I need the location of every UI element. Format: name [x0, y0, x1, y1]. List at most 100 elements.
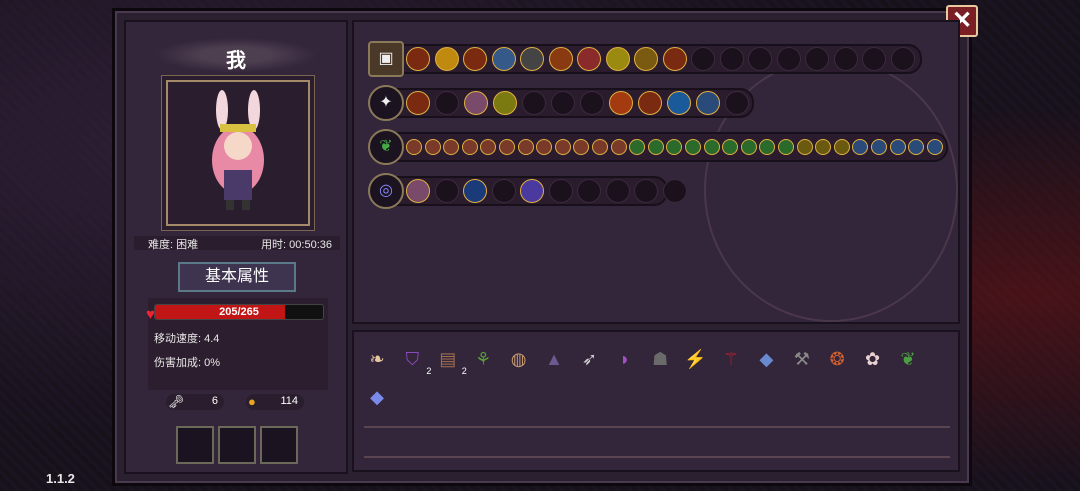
- equip-slot-3[interactable]: [260, 426, 298, 464]
- key-counter: 🗝 6: [166, 394, 224, 410]
- upgrade-slot[interactable]: [871, 139, 887, 155]
- upgrade-slot[interactable]: [463, 179, 487, 203]
- difficulty-label: 难度: 困难: [148, 239, 199, 251]
- upgrade-slot[interactable]: [463, 47, 487, 71]
- upgrade-slot[interactable]: [833, 139, 850, 155]
- upgrade-slot[interactable]: [522, 91, 546, 115]
- upgrade-slot[interactable]: [536, 139, 553, 155]
- upgrade-slot[interactable]: [926, 139, 943, 155]
- upgrade-slot[interactable]: [703, 139, 720, 155]
- upgrade-slot[interactable]: [517, 139, 534, 155]
- upgrade-slot[interactable]: [722, 139, 739, 155]
- key-icon: 🗝: [168, 394, 185, 409]
- item-count: 2: [426, 366, 432, 376]
- upgrade-slot[interactable]: [719, 47, 744, 71]
- upgrade-slot[interactable]: [685, 139, 701, 155]
- upgrade-slot[interactable]: [605, 179, 630, 203]
- inventory-item[interactable]: ◆: [364, 384, 390, 410]
- upgrade-slot[interactable]: [629, 139, 646, 155]
- upgrade-slot[interactable]: [796, 139, 813, 155]
- upgrade-slot[interactable]: [833, 47, 858, 71]
- upgrade-slot[interactable]: [548, 47, 573, 71]
- upgrade-slot[interactable]: [443, 139, 460, 155]
- inventory-item[interactable]: ⛉ 2: [399, 346, 432, 376]
- upgrade-slot[interactable]: [852, 139, 869, 155]
- inventory-item[interactable]: ➶: [576, 346, 602, 372]
- inventory-item[interactable]: ❧: [364, 346, 390, 372]
- upgrade-slot[interactable]: [696, 91, 720, 115]
- upgrade-slot[interactable]: [890, 47, 915, 71]
- upgrade-slot[interactable]: [434, 47, 459, 71]
- upgrade-slot[interactable]: [778, 139, 794, 155]
- upgrade-slot[interactable]: [577, 47, 601, 71]
- inventory-item[interactable]: ◆: [753, 346, 779, 372]
- upgrade-slot[interactable]: [862, 47, 886, 71]
- equip-slot-2[interactable]: [218, 426, 256, 464]
- upgrade-slot[interactable]: [520, 47, 544, 71]
- inventory-item[interactable]: ⚘: [470, 346, 496, 372]
- upgrade-slot[interactable]: [480, 139, 497, 155]
- staff-icon[interactable]: ✦: [368, 85, 404, 121]
- upgrade-slot[interactable]: [580, 91, 604, 115]
- inventory-item[interactable]: ☗: [647, 346, 673, 372]
- upgrade-slot[interactable]: [577, 179, 601, 203]
- upgrade-slot[interactable]: [647, 139, 664, 155]
- upgrade-slot[interactable]: [406, 179, 430, 203]
- upgrade-slot[interactable]: [776, 47, 801, 71]
- upgrade-slot[interactable]: [592, 139, 608, 155]
- upgrade-slot[interactable]: [406, 139, 422, 155]
- upgrade-slot[interactable]: [406, 47, 430, 71]
- inventory-item[interactable]: ⚚: [718, 346, 744, 372]
- inventory-item[interactable]: ⚡: [683, 346, 709, 372]
- upgrade-slot[interactable]: [666, 139, 683, 155]
- upgrade-slot[interactable]: [406, 91, 430, 115]
- upgrade-slot[interactable]: [424, 139, 441, 155]
- upgrade-slot[interactable]: [548, 179, 573, 203]
- upgrade-slot[interactable]: [662, 47, 687, 71]
- upgrade-slot[interactable]: [759, 139, 776, 155]
- upgrade-slot[interactable]: [725, 91, 749, 115]
- upgrade-slot[interactable]: [573, 139, 590, 155]
- inventory-item[interactable]: ◗: [612, 346, 638, 372]
- upgrade-slot[interactable]: [908, 139, 925, 155]
- move-speed-stat: 移动速度: 4.4: [154, 333, 220, 345]
- upgrade-slot[interactable]: [464, 91, 488, 115]
- upgrade-slot[interactable]: [889, 139, 906, 155]
- tab-basic-attributes[interactable]: 基本属性: [178, 262, 296, 292]
- inventory-item[interactable]: ❂: [824, 346, 850, 372]
- inventory-item[interactable]: ❦: [895, 346, 921, 372]
- upgrade-slot[interactable]: [815, 139, 832, 155]
- upgrade-slot[interactable]: [740, 139, 757, 155]
- herb-icon[interactable]: ❦: [368, 129, 404, 165]
- upgrade-slot[interactable]: [667, 91, 691, 115]
- upgrade-slot[interactable]: [748, 47, 772, 71]
- upgrade-slot[interactable]: [499, 139, 515, 155]
- upgrade-slot[interactable]: [634, 47, 658, 71]
- inventory-item[interactable]: ✿: [860, 346, 886, 372]
- inventory-item[interactable]: ▤ 2: [435, 346, 467, 376]
- item-count: 2: [461, 366, 467, 376]
- upgrade-slot[interactable]: [610, 139, 627, 155]
- upgrade-slot[interactable]: [638, 91, 662, 115]
- upgrade-slot[interactable]: [435, 91, 459, 115]
- upgrade-slot[interactable]: [554, 139, 571, 155]
- vortex-icon[interactable]: ◎: [368, 173, 404, 209]
- upgrade-slot[interactable]: [461, 139, 478, 155]
- upgrade-slot[interactable]: [434, 179, 459, 203]
- chest-icon[interactable]: ▣: [368, 41, 404, 77]
- upgrade-slot[interactable]: [493, 91, 517, 115]
- upgrade-slot[interactable]: [491, 47, 516, 71]
- upgrade-slot[interactable]: [491, 179, 516, 203]
- inventory-item[interactable]: ▲: [541, 346, 567, 372]
- upgrade-slot[interactable]: [691, 47, 715, 71]
- upgrade-slot[interactable]: [551, 91, 575, 115]
- equip-slot-1[interactable]: [176, 426, 214, 464]
- upgrade-slot[interactable]: [662, 179, 687, 203]
- inventory-item[interactable]: ◍: [506, 346, 532, 372]
- upgrade-slot[interactable]: [805, 47, 829, 71]
- upgrade-slot[interactable]: [605, 47, 630, 71]
- upgrade-slot[interactable]: [634, 179, 658, 203]
- upgrade-slot[interactable]: [520, 179, 544, 203]
- inventory-item[interactable]: ⚒: [789, 346, 815, 372]
- upgrade-slot[interactable]: [609, 91, 633, 115]
